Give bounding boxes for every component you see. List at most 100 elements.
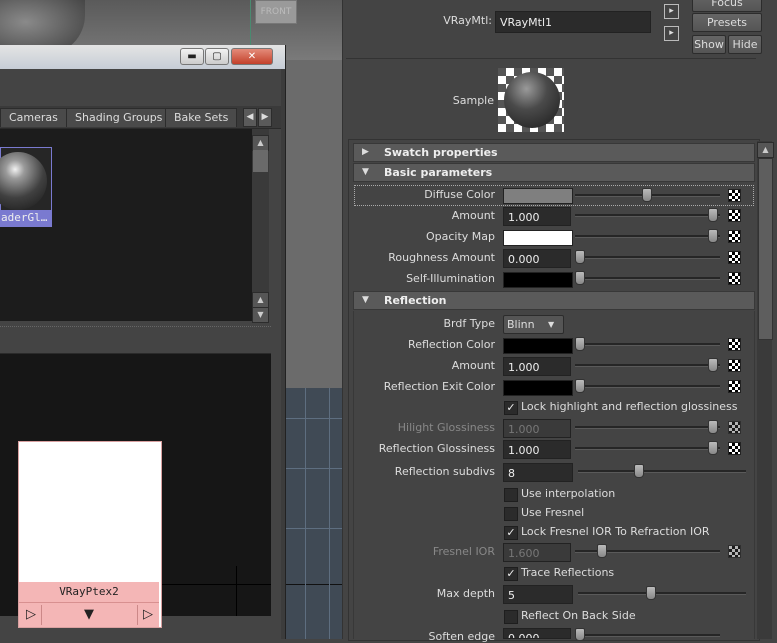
roughness-slider[interactable]	[575, 256, 720, 259]
lock-highlight-checkbox[interactable]: ✓	[504, 401, 518, 415]
attribute-scrollbar[interactable]: ▲	[757, 141, 774, 639]
map-button-icon[interactable]	[728, 251, 741, 264]
map-button-icon[interactable]	[728, 209, 741, 222]
hide-button[interactable]: Hide	[728, 35, 762, 54]
map-button-icon[interactable]	[728, 442, 741, 455]
reflection-color-swatch[interactable]	[503, 338, 573, 354]
tab-scroll-right-icon[interactable]: ▶	[258, 108, 272, 127]
pane-splitter[interactable]	[0, 326, 271, 330]
tab-cameras[interactable]: Cameras	[0, 108, 67, 127]
reflect-back-side-checkbox[interactable]	[504, 610, 518, 624]
map-button-icon[interactable]	[728, 421, 741, 434]
hypershade-window[interactable]: ▬ ▢ ✕ Cameras Shading Groups Bake Sets ◀…	[0, 45, 286, 639]
connection-line	[236, 566, 237, 616]
map-button-icon[interactable]	[728, 189, 741, 202]
map-button-icon[interactable]	[728, 359, 741, 372]
reflection-exit-color-slider[interactable]	[575, 385, 720, 388]
panel-divider	[342, 0, 343, 639]
minimize-button[interactable]: ▬	[180, 48, 204, 65]
tab-shading-groups[interactable]: Shading Groups	[66, 108, 172, 127]
slider-knob[interactable]	[597, 544, 607, 558]
output-port-icon[interactable]: ▷	[137, 605, 158, 625]
tab-scroll-left-icon[interactable]: ◀	[243, 108, 257, 127]
tab-bake-sets[interactable]: Bake Sets	[165, 108, 238, 127]
opacity-map-slider[interactable]	[575, 235, 720, 238]
reflection-color-slider[interactable]	[575, 343, 720, 346]
close-button[interactable]: ✕	[231, 48, 273, 65]
scroll-down-icon[interactable]: ▼	[252, 307, 269, 323]
focus-button[interactable]: Focus	[692, 0, 762, 12]
fresnel-ior-field[interactable]: 1.600	[503, 543, 571, 562]
max-depth-field[interactable]: 5	[503, 585, 573, 604]
slider-knob[interactable]	[575, 337, 585, 351]
input-connections-icon[interactable]: ▸	[664, 4, 679, 19]
slider-knob[interactable]	[575, 628, 585, 641]
reflection-glossiness-field[interactable]: 1.000	[503, 440, 571, 459]
slider-knob[interactable]	[642, 188, 652, 202]
basic-parameters-section[interactable]: ▼ Basic parameters	[353, 163, 755, 182]
slider-knob[interactable]	[708, 208, 718, 222]
sample-label: Sample	[452, 94, 494, 107]
scroll-up-icon[interactable]: ▲	[252, 135, 269, 151]
swatch-scrollbar[interactable]: ▲ ▲ ▼	[252, 129, 269, 323]
show-button[interactable]: Show	[692, 35, 726, 54]
self-illumination-slider[interactable]	[575, 277, 720, 280]
trace-reflections-checkbox[interactable]: ✓	[504, 567, 518, 581]
opacity-map-swatch[interactable]	[503, 230, 573, 246]
hilight-glossiness-slider[interactable]	[575, 426, 720, 429]
use-interpolation-checkbox[interactable]	[504, 488, 518, 502]
maximize-button[interactable]: ▢	[205, 48, 229, 65]
expand-node-icon[interactable]: ▼	[79, 605, 99, 625]
self-illumination-swatch[interactable]	[503, 272, 573, 288]
presets-button[interactable]: Presets	[692, 13, 762, 32]
map-button-icon[interactable]	[728, 380, 741, 393]
slider-knob[interactable]	[575, 250, 585, 264]
slider-knob[interactable]	[708, 420, 718, 434]
soften-edge-slider[interactable]	[575, 634, 720, 637]
slider-knob[interactable]	[708, 229, 718, 243]
soften-edge-field[interactable]: 0.000	[503, 628, 571, 639]
scroll-up-icon[interactable]: ▲	[757, 142, 774, 158]
swatch-properties-section[interactable]: ▶ Swatch properties	[353, 143, 755, 162]
material-swatch-pane[interactable]: aderGl…	[0, 129, 252, 321]
map-button-icon[interactable]	[728, 272, 741, 285]
amount-field[interactable]: 1.000	[503, 207, 571, 226]
slider-knob[interactable]	[634, 464, 644, 478]
roughness-amount-field[interactable]: 0.000	[503, 249, 571, 268]
scroll-up-icon[interactable]: ▲	[252, 292, 269, 308]
reflection-subdivs-field[interactable]: 8	[503, 463, 573, 482]
scroll-thumb[interactable]	[758, 158, 773, 340]
map-button-icon[interactable]	[728, 338, 741, 351]
material-swatch[interactable]: aderGl…	[0, 147, 52, 227]
amount-slider[interactable]	[575, 214, 720, 217]
slider-knob[interactable]	[575, 271, 585, 285]
slider-knob[interactable]	[708, 441, 718, 455]
max-depth-slider[interactable]	[578, 592, 746, 595]
reflection-exit-color-label: Reflection Exit Color	[383, 380, 495, 393]
scroll-thumb[interactable]	[253, 150, 268, 172]
slider-knob[interactable]	[575, 379, 585, 393]
hilight-glossiness-field[interactable]: 1.000	[503, 419, 571, 438]
use-fresnel-checkbox[interactable]	[504, 507, 518, 521]
node-name: VRayPtex2	[19, 582, 159, 602]
diffuse-color-swatch[interactable]	[503, 188, 573, 204]
slider-knob[interactable]	[646, 586, 656, 600]
reflection-section[interactable]: ▼ Reflection	[353, 291, 755, 310]
slider-knob[interactable]	[708, 358, 718, 372]
window-titlebar[interactable]: ▬ ▢ ✕	[0, 45, 285, 69]
node-name-field[interactable]: VRayMtl1	[495, 11, 651, 33]
map-button-icon[interactable]	[728, 230, 741, 243]
diffuse-color-label: Diffuse Color	[424, 188, 495, 201]
reflection-amount-slider[interactable]	[575, 364, 720, 367]
reflection-subdivs-slider[interactable]	[578, 470, 746, 473]
lock-fresnel-ior-checkbox[interactable]: ✓	[504, 526, 518, 540]
brdf-type-dropdown[interactable]: Blinn ▼	[503, 315, 564, 334]
vrayptex-node[interactable]: VRayPtex2 ▷ ▼ ▷	[18, 441, 162, 628]
reflection-glossiness-slider[interactable]	[575, 447, 720, 450]
view-cube[interactable]: FRONT	[255, 0, 297, 24]
reflection-amount-field[interactable]: 1.000	[503, 357, 571, 376]
reflection-exit-color-swatch[interactable]	[503, 380, 573, 396]
map-button-icon[interactable]	[728, 545, 741, 558]
output-connections-icon[interactable]: ▸	[664, 26, 679, 41]
input-port-icon[interactable]: ▷	[21, 605, 42, 625]
